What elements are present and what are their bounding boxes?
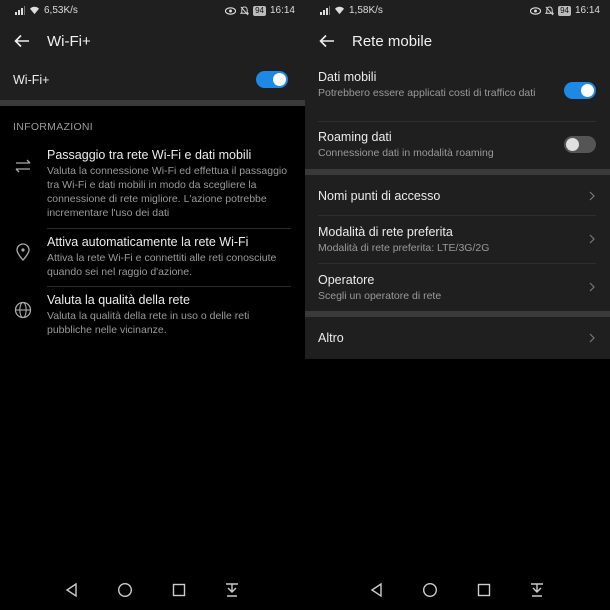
data-toggles-section: Dati mobili Potrebbero essere applicati …	[305, 60, 610, 169]
mobile-data-subtitle: Potrebbero essere applicati costi di tra…	[318, 87, 536, 99]
operator-subtitle: Scegli un operatore di rete	[318, 290, 442, 302]
nav-home-icon[interactable]	[117, 582, 133, 598]
battery-level: 94	[253, 5, 266, 16]
nav-back-icon[interactable]	[369, 582, 385, 598]
back-arrow-icon[interactable]	[319, 34, 335, 48]
section-separator	[0, 100, 305, 106]
navigation-bar	[305, 568, 610, 610]
signal-icon	[320, 6, 330, 15]
eye-icon	[225, 6, 237, 15]
nav-home-icon[interactable]	[422, 582, 438, 598]
info-item-auto-wifi: Attiva automaticamente la rete Wi-Fi Att…	[0, 233, 305, 285]
mobile-data-switch[interactable]	[564, 82, 596, 99]
swap-arrows-icon	[15, 159, 31, 173]
mobile-data-row[interactable]: Dati mobili Potrebbero essere applicati …	[305, 60, 610, 121]
operator-row[interactable]: Operatore Scegli un operatore di rete	[305, 264, 610, 311]
wifi-plus-toggle-row[interactable]: Wi-Fi+	[0, 60, 305, 100]
location-pin-icon	[16, 243, 30, 261]
data-roaming-title: Roaming dati	[318, 130, 392, 144]
data-roaming-row[interactable]: Roaming dati Connessione dati in modalit…	[305, 122, 610, 169]
battery-level: 94	[558, 5, 571, 16]
mute-bell-icon	[545, 5, 555, 15]
divider	[47, 228, 291, 229]
info-description: Attiva la rete Wi-Fi e connettiti alle r…	[47, 252, 277, 278]
wifi-icon	[335, 6, 344, 15]
wifi-plus-label: Wi-Fi+	[13, 73, 50, 87]
app-bar: Wi-Fi+	[0, 22, 305, 60]
navigation-bar	[0, 568, 305, 610]
info-title: Attiva automaticamente la rete Wi-Fi	[47, 235, 249, 249]
globe-icon	[14, 301, 32, 319]
info-description: Valuta la connessione Wi-Fi ed effettua …	[47, 165, 288, 219]
nav-recents-icon[interactable]	[476, 582, 492, 598]
section-caption: INFORMAZIONI	[13, 121, 94, 133]
access-point-names-title: Nomi punti di accesso	[318, 189, 441, 203]
wifi-plus-switch[interactable]	[256, 71, 288, 88]
chevron-right-icon	[589, 333, 595, 343]
network-settings-section: Nomi punti di accesso Modalità di rete p…	[305, 175, 610, 311]
data-roaming-switch[interactable]	[564, 136, 596, 153]
info-title: Valuta la qualità della rete	[47, 293, 190, 307]
nav-recents-icon[interactable]	[171, 582, 187, 598]
clock: 16:14	[269, 5, 295, 16]
nav-back-icon[interactable]	[64, 582, 80, 598]
signal-icon	[15, 6, 25, 15]
wifi-icon	[30, 6, 39, 15]
divider	[47, 286, 291, 287]
status-bar: 1,58K/s 94 16:14	[305, 0, 610, 22]
preferred-network-mode-title: Modalità di rete preferita	[318, 225, 453, 239]
mobile-network-screen: 1,58K/s 94 16:14 Rete mobile Dati mobili…	[305, 0, 610, 610]
preferred-network-mode-row[interactable]: Modalità di rete preferita Modalità di r…	[305, 216, 610, 263]
mute-bell-icon	[240, 5, 250, 15]
chevron-right-icon	[589, 282, 595, 292]
operator-title: Operatore	[318, 273, 375, 287]
info-item-wifi-switching: Passaggio tra rete Wi-Fi e dati mobili V…	[0, 146, 305, 228]
access-point-names-row[interactable]: Nomi punti di accesso	[305, 175, 610, 215]
info-title: Passaggio tra rete Wi-Fi e dati mobili	[47, 148, 252, 162]
clock: 16:14	[574, 5, 600, 16]
nav-notifications-icon[interactable]	[529, 582, 545, 598]
wifi-plus-screen: 6,53K/s 94 16:14 Wi-Fi+ Wi-Fi+ INFORMAZI…	[0, 0, 305, 610]
nav-notifications-icon[interactable]	[224, 582, 240, 598]
network-speed: 1,58K/s	[349, 5, 383, 16]
preferred-network-mode-subtitle: Modalità di rete preferita: LTE/3G/2G	[318, 242, 490, 254]
status-bar: 6,53K/s 94 16:14	[0, 0, 305, 22]
info-description: Valuta la qualità della rete in uso o de…	[47, 310, 250, 336]
chevron-right-icon	[589, 234, 595, 244]
info-item-network-quality: Valuta la qualità della rete Valuta la q…	[0, 291, 305, 343]
app-bar: Rete mobile	[305, 22, 610, 60]
network-speed: 6,53K/s	[44, 5, 78, 16]
chevron-right-icon	[589, 191, 595, 201]
page-title: Rete mobile	[352, 32, 433, 50]
more-title: Altro	[318, 331, 344, 345]
data-roaming-subtitle: Connessione dati in modalità roaming	[318, 147, 494, 159]
back-arrow-icon[interactable]	[14, 34, 30, 48]
page-title: Wi-Fi+	[47, 32, 91, 50]
more-row[interactable]: Altro	[305, 317, 610, 359]
mobile-data-title: Dati mobili	[318, 70, 377, 84]
eye-icon	[530, 6, 542, 15]
